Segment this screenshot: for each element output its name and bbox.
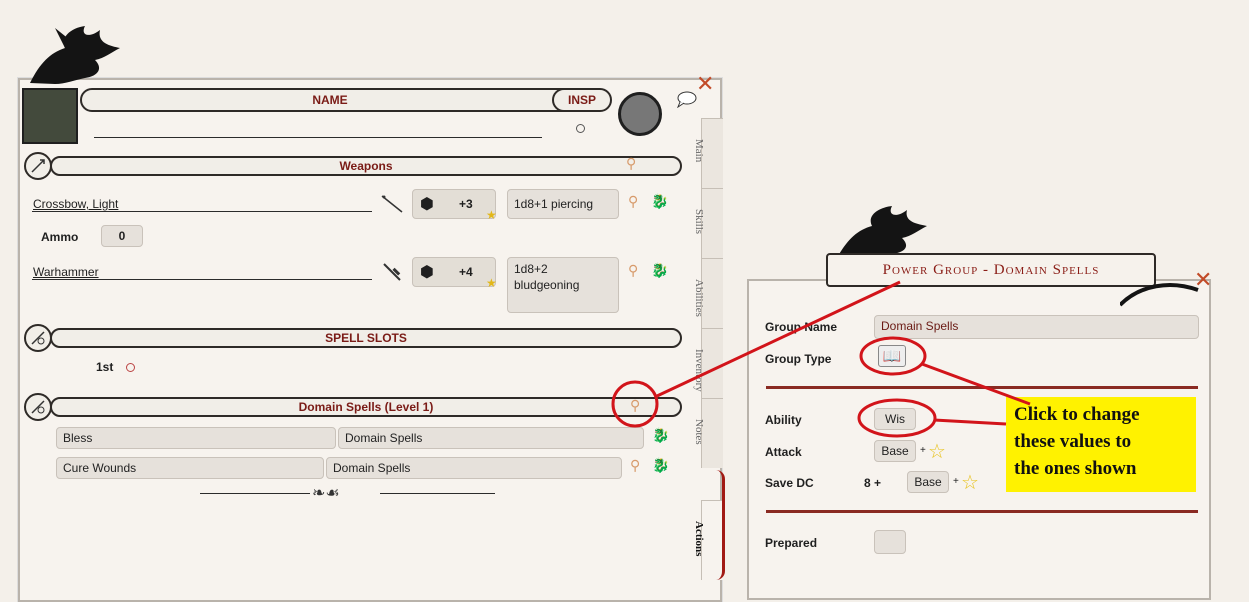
- annotation-overlay: [611, 280, 1031, 438]
